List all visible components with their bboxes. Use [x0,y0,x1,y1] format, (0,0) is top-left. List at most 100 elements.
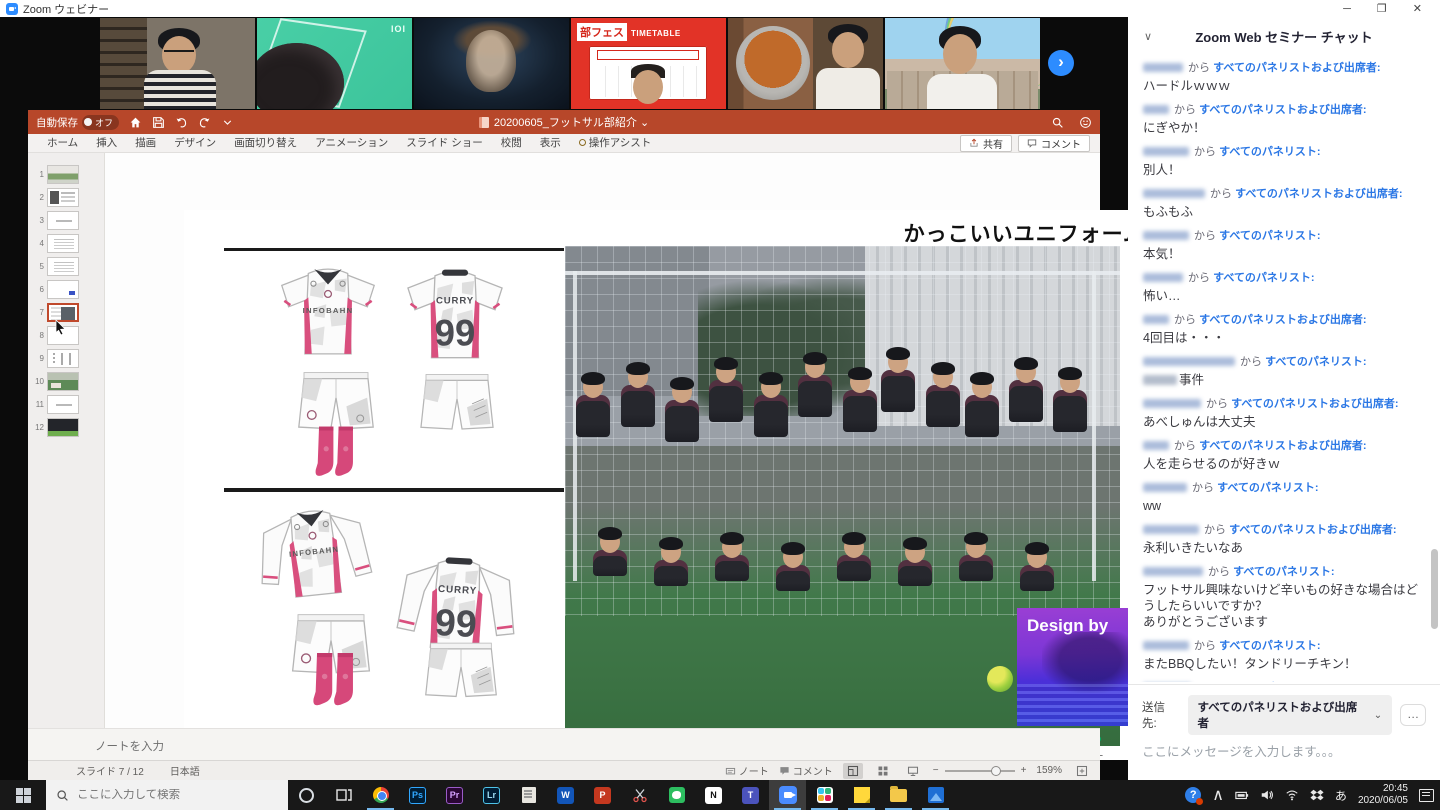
taskbar-photoshop-icon[interactable]: Ps [399,780,436,810]
ribbon-tab-6[interactable]: スライド ショー [397,134,491,153]
thumbnail-image[interactable] [47,372,79,391]
autosave-toggle[interactable]: 自動保存 オフ [36,115,119,130]
speaker-icon[interactable] [1260,788,1274,802]
thumbnail-image[interactable] [47,395,79,414]
video-tile-4[interactable]: 部フェス TIMETABLE [571,18,726,109]
ribbon-tab-7[interactable]: 校閲 [492,134,531,153]
taskbar-search[interactable] [46,780,288,810]
notes-toggle[interactable]: ノート [725,763,769,778]
comments-toggle[interactable]: コメント [779,763,833,778]
search-input[interactable] [77,789,278,801]
taskbar-word-icon[interactable]: W [547,780,584,810]
start-button[interactable] [0,780,46,810]
slide-thumbnail-6[interactable]: 6 [28,278,104,301]
home-icon[interactable] [128,115,142,129]
taskbar-evernote-icon[interactable] [658,780,695,810]
comments-button[interactable]: コメント [1018,135,1090,152]
ribbon-tab-4[interactable]: 画面切り替え [225,134,306,153]
notification-center-icon[interactable] [1419,789,1434,802]
taskbar-lightroom-icon[interactable]: Lr [473,780,510,810]
taskbar-chrome-icon[interactable] [362,780,399,810]
ribbon-tab-2[interactable]: 描画 [126,134,165,153]
thumbnail-image[interactable] [47,211,79,230]
taskbar-file-explorer-icon[interactable] [880,780,917,810]
taskbar-slack-icon[interactable] [806,780,843,810]
taskbar-snipping-tool-icon[interactable] [621,780,658,810]
slide-thumbnail-2[interactable]: 2 [28,186,104,209]
zoom-slider[interactable]: − + [933,765,1027,776]
taskbar-cortana-icon[interactable] [288,780,325,810]
chat-scrollbar-thumb[interactable] [1431,549,1438,629]
taskbar-premiere-icon[interactable]: Pr [436,780,473,810]
zoom-out-button[interactable]: − [933,765,939,776]
thumbnail-image[interactable] [47,234,79,253]
slide-7[interactable]: かっこいいユニフォーム INFOBAHN CURR [184,210,1155,760]
language-indicator[interactable]: 日本語 [170,763,200,778]
thumbnail-image[interactable] [47,188,79,207]
wifi-icon[interactable] [1285,788,1299,802]
slide-thumbnail-9[interactable]: 9 [28,347,104,370]
ribbon-tab-5[interactable]: アニメーション [306,134,397,153]
taskbar-sticky-notes-icon[interactable] [843,780,880,810]
send-to-dropdown[interactable]: すべてのパネリストおよび出席者⌄ [1188,695,1393,735]
minimize-button[interactable]: ─ [1343,1,1351,17]
video-tile-1[interactable] [100,18,255,109]
thumbnail-image[interactable] [47,257,79,276]
chat-input[interactable] [1142,745,1426,759]
slide-thumbnail-3[interactable]: 3 [28,209,104,232]
fit-to-window-button[interactable] [1072,763,1092,779]
next-participants-button[interactable]: › [1048,50,1074,76]
search-icon[interactable] [1050,115,1064,129]
thumbnail-image[interactable] [47,165,79,184]
taskbar-clock[interactable]: 20:45 2020/06/05 [1358,783,1408,807]
video-tile-5[interactable] [728,18,883,109]
qat-more-icon[interactable] [220,115,234,129]
ribbon-tab-3[interactable]: デザイン [165,134,225,153]
slide-thumbnail-4[interactable]: 4 [28,232,104,255]
zoom-in-button[interactable]: + [1021,765,1027,776]
feedback-smiley-icon[interactable] [1078,115,1092,129]
ime-indicator[interactable]: あ [1335,787,1347,804]
hidden-icons-chevron[interactable]: ∧ [1212,785,1224,805]
ribbon-tab-0[interactable]: ホーム [38,134,87,153]
ribbon-tab-1[interactable]: 挿入 [87,134,126,153]
thumbnail-image[interactable] [47,418,79,437]
share-button[interactable]: 共有 [960,135,1012,152]
slide-thumbnail-10[interactable]: 10 [28,370,104,393]
video-tile-6[interactable] [885,18,1040,109]
ribbon-tab-8[interactable]: 表示 [531,134,570,153]
help-icon[interactable]: ? [1185,787,1201,803]
taskbar-photos-icon[interactable] [917,780,954,810]
restore-button[interactable]: ❐ [1377,1,1387,17]
zoom-percent[interactable]: 159% [1036,765,1062,776]
taskbar-task-view-icon[interactable] [325,780,362,810]
slide-thumbnail-1[interactable]: 1 [28,163,104,186]
close-button[interactable]: ✕ [1413,1,1422,17]
chat-scrollbar[interactable] [1431,57,1438,682]
normal-view-button[interactable] [843,763,863,779]
notes-pane[interactable]: ノートを入力 [28,728,1100,760]
zoom-knob[interactable] [991,766,1001,776]
video-tile-3[interactable] [414,18,569,109]
undo-icon[interactable] [174,115,188,129]
slide-thumbnail-11[interactable]: 11 [28,393,104,416]
thumbnail-image[interactable] [47,349,79,368]
chevron-down-icon[interactable]: ∨ [1144,30,1152,43]
dropbox-icon[interactable] [1310,788,1324,802]
taskbar-teams-icon[interactable]: T [732,780,769,810]
save-icon[interactable] [151,115,165,129]
taskbar-notion-icon[interactable]: N [695,780,732,810]
redo-icon[interactable] [197,115,211,129]
slide-thumbnail-12[interactable]: 12 [28,416,104,439]
slide-sorter-view-button[interactable] [873,763,893,779]
thumbnail-image[interactable] [47,280,79,299]
battery-icon[interactable] [1235,788,1249,802]
slide-thumbnail-5[interactable]: 5 [28,255,104,278]
taskbar-powerpoint-icon[interactable]: P [584,780,621,810]
ribbon-tab-9[interactable]: 操作アシスト [570,134,661,153]
video-tile-2[interactable]: IOI [257,18,412,109]
chat-message-list[interactable]: から すべてのパネリストおよび出席者:ハードルｗｗｗ から すべてのパネリストお… [1128,57,1432,682]
taskbar-notes-app-icon[interactable] [510,780,547,810]
slideshow-view-button[interactable] [903,763,923,779]
slide-canvas[interactable]: かっこいいユニフォーム INFOBAHN CURR [105,153,1100,728]
